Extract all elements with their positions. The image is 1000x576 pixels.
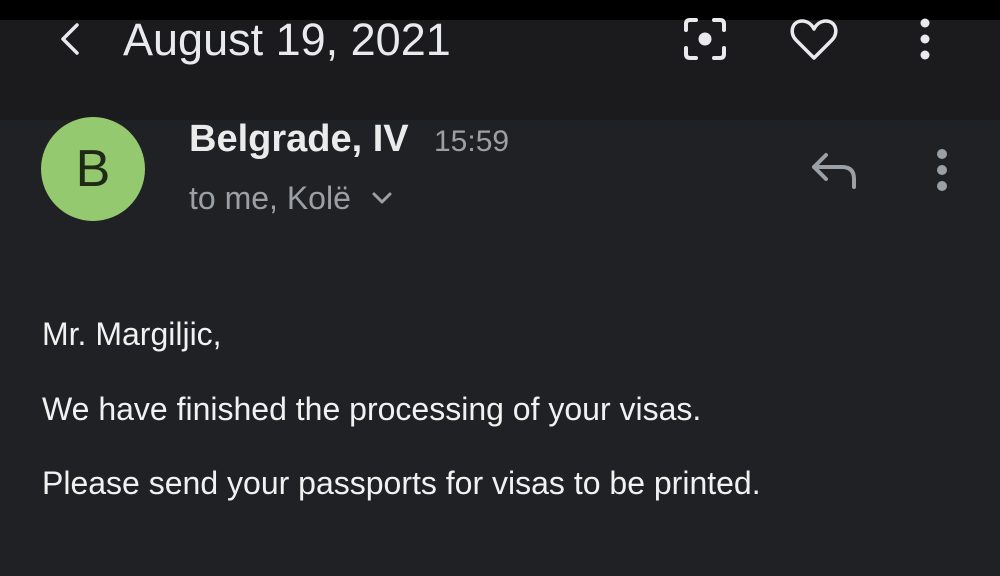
recipients-label: to me, Kolë xyxy=(189,180,351,216)
message-more-button[interactable] xyxy=(918,142,966,198)
reply-icon xyxy=(812,153,856,189)
heart-icon xyxy=(790,19,838,60)
message-line: Please send your passports for visas to … xyxy=(42,465,761,501)
page-title: August 19, 2021 xyxy=(123,14,451,65)
top-app-bar: August 19, 2021 xyxy=(0,0,1000,120)
chevron-down-icon xyxy=(371,191,393,205)
sender-name: Belgrade, IV xyxy=(189,118,409,160)
message-time: 15:59 xyxy=(434,125,510,158)
back-icon xyxy=(61,23,79,55)
favorite-button[interactable] xyxy=(789,14,839,64)
avatar[interactable]: B xyxy=(41,117,145,221)
more-vertical-icon xyxy=(937,149,947,191)
avatar-letter: B xyxy=(75,140,111,198)
reply-button[interactable] xyxy=(804,142,864,198)
scan-icon xyxy=(684,18,726,60)
recipients-toggle[interactable]: to me, Kolë xyxy=(189,177,393,219)
more-vertical-icon xyxy=(920,18,930,60)
scan-button[interactable] xyxy=(680,14,730,64)
back-button[interactable] xyxy=(48,14,92,64)
message-greeting: Mr. Margiljic, xyxy=(42,316,222,352)
message-line: We have finished the processing of your … xyxy=(42,391,702,427)
more-options-button[interactable] xyxy=(900,14,950,64)
